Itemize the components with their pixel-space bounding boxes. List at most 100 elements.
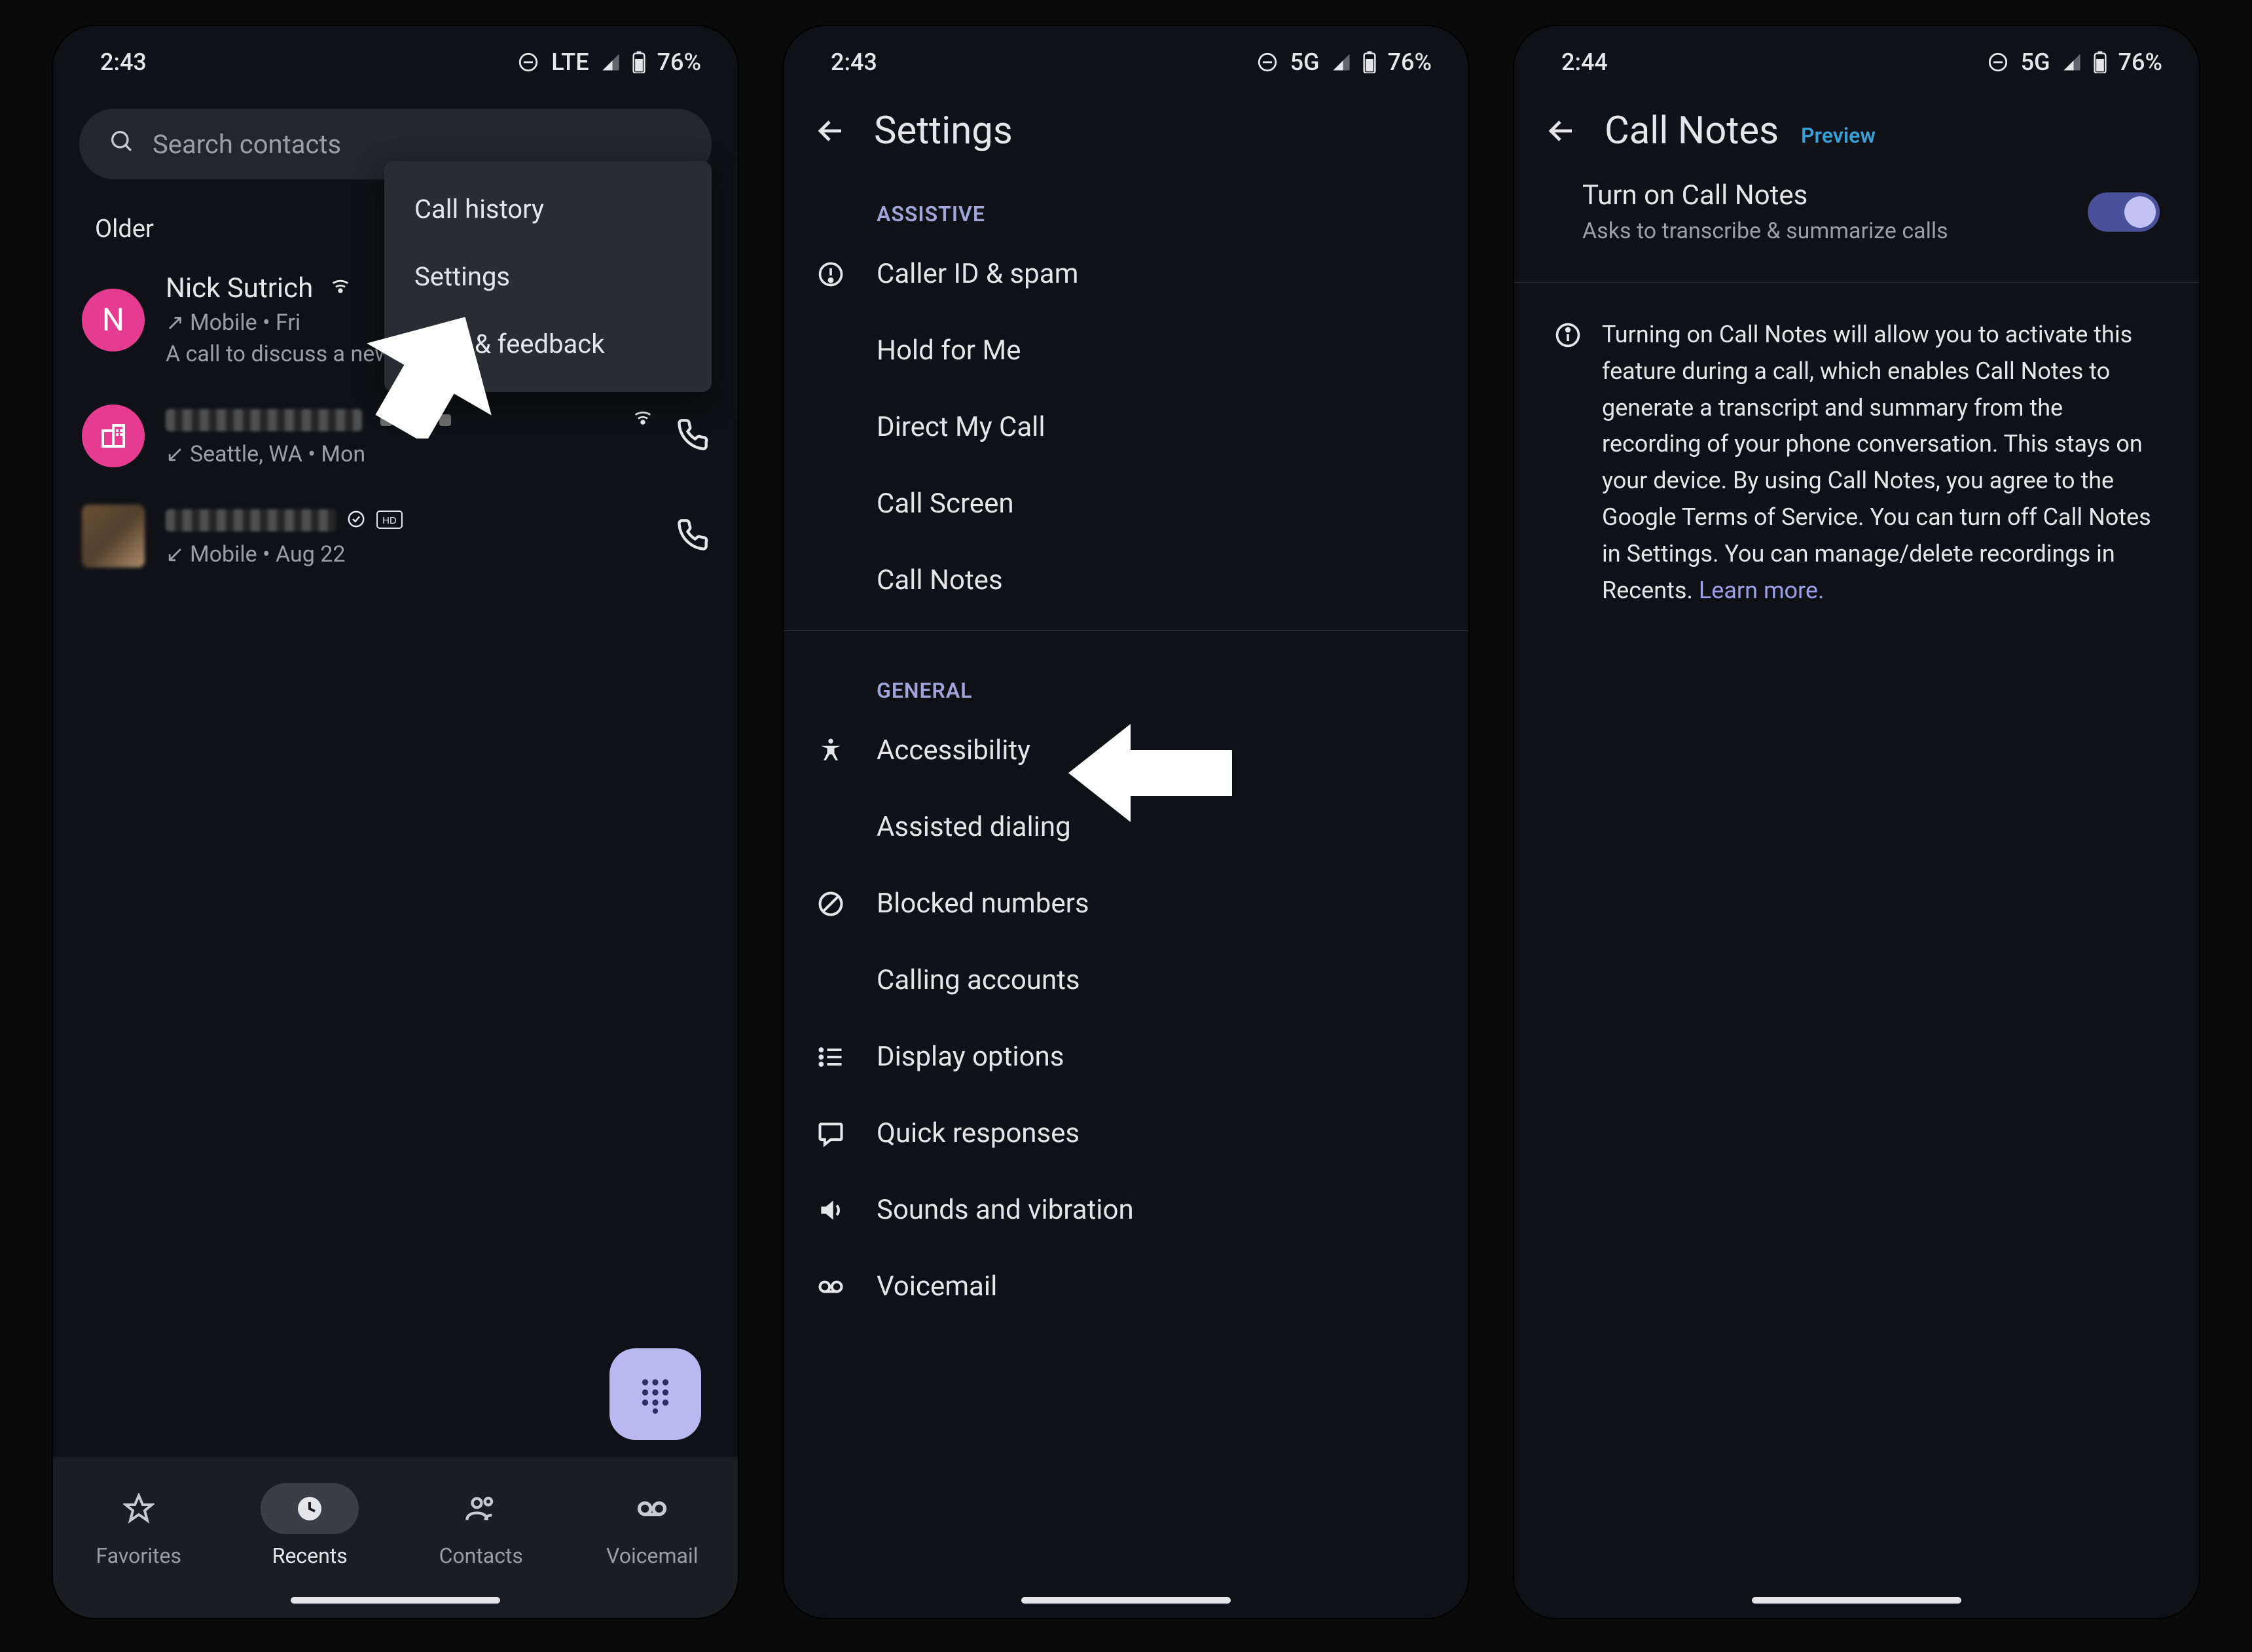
- status-time: 2:43: [831, 48, 877, 76]
- gesture-bar: [1021, 1597, 1231, 1604]
- call-direction-icon: ↙: [166, 541, 185, 567]
- status-bar: 2:43 LTE 76%: [53, 26, 738, 82]
- gesture-bar: [1752, 1597, 1961, 1604]
- call-direction-icon: ↗: [166, 310, 185, 336]
- setting-accessibility[interactable]: Accessibility: [784, 712, 1468, 789]
- status-battery: 76%: [1388, 48, 1432, 76]
- page-title: Settings: [874, 109, 1013, 153]
- bottom-nav: Favorites Recents Contacts Voicemail: [53, 1457, 738, 1618]
- setting-call-screen[interactable]: Call Screen: [784, 465, 1468, 542]
- dnd-icon: [1256, 51, 1279, 73]
- menu-item-call-history[interactable]: Call history: [384, 175, 712, 243]
- setting-voicemail[interactable]: Voicemail: [784, 1248, 1468, 1325]
- voicemail-icon: [810, 1272, 852, 1301]
- status-right: LTE 76%: [517, 48, 701, 76]
- setting-assisted-dialing[interactable]: Assisted dialing: [784, 789, 1468, 865]
- call-meta: Seattle, WA • Mon: [190, 441, 365, 467]
- nav-favorites[interactable]: Favorites: [90, 1483, 188, 1568]
- info-icon: [1553, 321, 1582, 609]
- setting-blocked-numbers[interactable]: Blocked numbers: [784, 865, 1468, 942]
- call-button[interactable]: [675, 418, 709, 454]
- spam-icon: [810, 260, 852, 289]
- section-header-general: GENERAL: [784, 643, 1468, 712]
- hd-badge-icon: HD: [376, 504, 403, 536]
- svg-text:HD: HD: [382, 515, 397, 526]
- app-bar: Settings: [784, 82, 1468, 166]
- contact-name-redacted: [166, 409, 362, 431]
- contact-name-redacted: [166, 509, 336, 531]
- gesture-bar: [291, 1597, 500, 1604]
- setting-display-options[interactable]: Display options: [784, 1018, 1468, 1095]
- status-network: LTE: [551, 48, 589, 76]
- setting-quick-responses[interactable]: Quick responses: [784, 1095, 1468, 1172]
- status-time: 2:43: [100, 48, 147, 76]
- status-bar: 2:43 5G 76%: [784, 26, 1468, 82]
- toggle-subtitle: Asks to transcribe & summarize calls: [1582, 218, 2068, 244]
- setting-call-notes[interactable]: Call Notes: [784, 542, 1468, 619]
- call-meta: Mobile • Aug 22: [190, 541, 346, 567]
- menu-item-settings[interactable]: Settings: [384, 243, 712, 310]
- dnd-icon: [1987, 51, 2009, 73]
- battery-icon: [1363, 51, 1376, 73]
- nav-contacts[interactable]: Contacts: [432, 1483, 530, 1568]
- wifi-calling-icon: [632, 404, 654, 436]
- dialpad-fab[interactable]: [609, 1348, 701, 1440]
- call-meta: Mobile • Fri: [190, 310, 300, 336]
- accessibility-icon: [810, 736, 852, 765]
- status-network: 5G: [2021, 48, 2050, 76]
- page-title: Call Notes: [1605, 109, 1779, 153]
- learn-more-link[interactable]: Learn more.: [1699, 577, 1825, 604]
- nav-voicemail[interactable]: Voicemail: [603, 1483, 701, 1568]
- contact-name: Nick Sutrich: [166, 272, 313, 304]
- status-bar: 2:44 5G 76%: [1514, 26, 2199, 82]
- menu-item-help-feedback[interactable]: Help & feedback: [384, 310, 712, 378]
- list-icon: [810, 1043, 852, 1071]
- divider: [1514, 282, 2199, 283]
- contact-avatar: N: [82, 289, 145, 351]
- call-button[interactable]: [675, 518, 709, 554]
- phone-callnotes-screen: 2:44 5G 76% Call Notes Preview Turn on C…: [1514, 26, 2199, 1618]
- blocked-icon: [810, 889, 852, 918]
- back-button[interactable]: [1540, 110, 1582, 152]
- call-direction-icon: ↙: [166, 441, 185, 467]
- turn-on-call-notes-row: Turn on Call Notes Asks to transcribe & …: [1514, 166, 2199, 270]
- status-network: 5G: [1290, 48, 1320, 76]
- search-placeholder: Search contacts: [153, 129, 341, 160]
- call-row[interactable]: ↙ Seattle, WA • Mon: [53, 386, 738, 486]
- chat-icon: [810, 1119, 852, 1148]
- info-block: Turning on Call Notes will allow you to …: [1514, 295, 2199, 631]
- battery-icon: [632, 51, 645, 73]
- setting-calling-accounts[interactable]: Calling accounts: [784, 942, 1468, 1018]
- section-header-assistive: ASSISTIVE: [784, 166, 1468, 236]
- contact-avatar: [82, 505, 145, 567]
- back-button[interactable]: [810, 110, 852, 152]
- app-bar: Call Notes Preview: [1514, 82, 2199, 166]
- call-row[interactable]: HD ↙ Mobile • Aug 22: [53, 486, 738, 586]
- dnd-icon: [517, 51, 539, 73]
- verified-icon: [346, 504, 366, 536]
- status-time: 2:44: [1561, 48, 1608, 76]
- setting-hold-for-me[interactable]: Hold for Me: [784, 312, 1468, 389]
- battery-icon: [2094, 51, 2107, 73]
- nav-recents[interactable]: Recents: [261, 1483, 359, 1568]
- contact-avatar: [82, 404, 145, 467]
- wifi-calling-icon: [329, 272, 352, 304]
- setting-sounds-vibration[interactable]: Sounds and vibration: [784, 1172, 1468, 1248]
- phone-recents-screen: 2:43 LTE 76% Search contacts Call histor…: [53, 26, 738, 1618]
- page-title-suffix: Preview: [1801, 123, 1876, 148]
- info-text: Turning on Call Notes will allow you to …: [1602, 321, 2151, 604]
- call-notes-toggle[interactable]: [2088, 192, 2160, 232]
- signal-icon: [1332, 52, 1351, 72]
- redacted-dots: [380, 414, 451, 426]
- sound-icon: [810, 1196, 852, 1225]
- status-battery: 76%: [2118, 48, 2162, 76]
- search-icon: [108, 128, 134, 160]
- setting-direct-my-call[interactable]: Direct My Call: [784, 389, 1468, 465]
- toggle-title: Turn on Call Notes: [1582, 179, 2068, 211]
- signal-icon: [601, 52, 621, 72]
- signal-icon: [2062, 52, 2082, 72]
- status-battery: 76%: [657, 48, 701, 76]
- setting-caller-id-spam[interactable]: Caller ID & spam: [784, 236, 1468, 312]
- overflow-menu: Call history Settings Help & feedback: [384, 161, 712, 392]
- divider: [784, 630, 1468, 631]
